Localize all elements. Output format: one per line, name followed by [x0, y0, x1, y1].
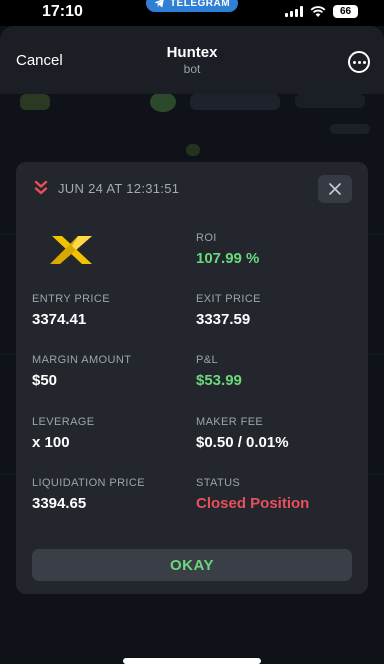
status-icons: 66 — [285, 5, 358, 18]
cellular-signal-icon — [285, 6, 303, 17]
roi-field: ROI 107.99 % — [196, 232, 259, 267]
leverage-label: LEVERAGE — [32, 416, 95, 428]
entry-price-label: ENTRY PRICE — [32, 293, 110, 305]
status-label: STATUS — [196, 477, 241, 489]
margin-amount-field: MARGIN AMOUNT $50 — [32, 354, 131, 389]
exit-price-field: EXIT PRICE 3337.59 — [196, 293, 261, 328]
close-icon — [329, 183, 341, 195]
x-logo-icon — [50, 236, 92, 264]
roi-value: 107.99 % — [196, 250, 260, 267]
title-block: Huntex bot — [0, 44, 384, 76]
okay-button[interactable]: OKAY — [32, 549, 352, 581]
dot-icon — [362, 60, 366, 64]
maker-fee-label: MAKER FEE — [196, 416, 264, 428]
margin-amount-label: MARGIN AMOUNT — [32, 354, 132, 366]
wifi-icon — [310, 5, 326, 17]
status-value: Closed Position — [196, 495, 310, 512]
exit-price-label: EXIT PRICE — [196, 293, 261, 305]
home-indicator[interactable] — [123, 658, 261, 664]
double-chevron-down-icon — [34, 180, 48, 195]
position-details-modal: JUN 24 AT 12:31:51 ROI 107.99 % ENTRY PR… — [16, 162, 368, 594]
entry-price-value: 3374.41 — [32, 311, 87, 328]
app-title: Huntex — [166, 44, 218, 61]
telegram-pill[interactable]: TELEGRAM — [146, 0, 238, 12]
pnl-value: $53.99 — [196, 372, 242, 389]
dot-icon — [357, 60, 361, 64]
liquidation-price-label: LIQUIDATION PRICE — [32, 477, 145, 489]
maker-fee-field: MAKER FEE $0.50 / 0.01% — [196, 416, 289, 451]
status-bar: 17:10 TELEGRAM 66 — [0, 0, 384, 26]
app-header: Cancel Huntex bot — [0, 26, 384, 94]
telegram-label: TELEGRAM — [169, 0, 231, 9]
pnl-label: P&L — [196, 354, 218, 366]
clock: 17:10 — [42, 3, 83, 20]
pnl-field: P&L $53.99 — [196, 354, 242, 389]
status-field: STATUS Closed Position — [196, 477, 309, 512]
app-subtitle: bot — [183, 62, 201, 76]
entry-price-field: ENTRY PRICE 3374.41 — [32, 293, 110, 328]
battery-indicator: 66 — [333, 5, 358, 18]
telegram-icon — [154, 0, 164, 8]
leverage-value: x 100 — [32, 434, 70, 451]
roi-label: ROI — [196, 232, 217, 244]
margin-amount-value: $50 — [32, 372, 58, 389]
close-button[interactable] — [318, 175, 352, 203]
trade-timestamp: JUN 24 AT 12:31:51 — [58, 180, 180, 196]
maker-fee-value: $0.50 / 0.01% — [196, 434, 289, 451]
liquidation-price-field: LIQUIDATION PRICE 3394.65 — [32, 477, 145, 512]
liquidation-price-value: 3394.65 — [32, 495, 87, 512]
exit-price-value: 3337.59 — [196, 311, 251, 328]
dot-icon — [352, 60, 356, 64]
modal-header: JUN 24 AT 12:31:51 — [34, 180, 179, 196]
more-options-button[interactable] — [348, 51, 370, 73]
leverage-field: LEVERAGE x 100 — [32, 416, 95, 451]
